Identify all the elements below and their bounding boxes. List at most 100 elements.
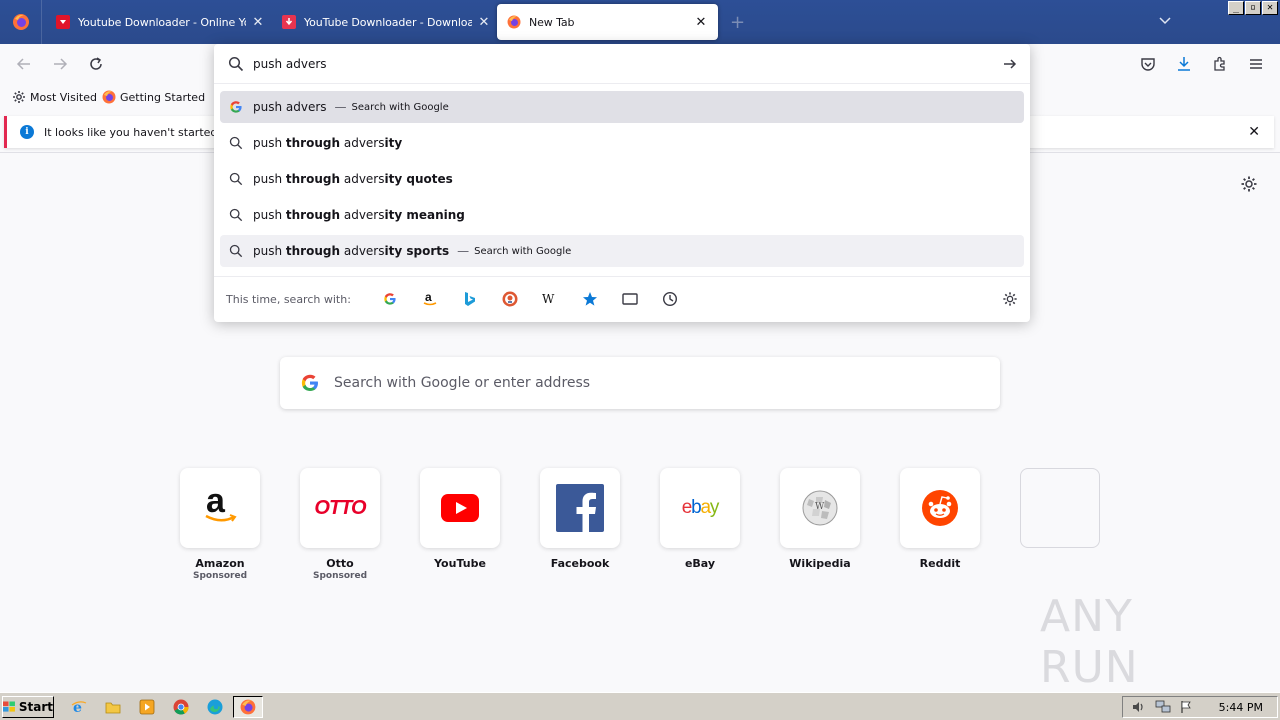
- pocket-button[interactable]: [1138, 54, 1158, 74]
- new-tab-plus-icon[interactable]: +: [730, 12, 745, 33]
- suggestion-text: push advers: [253, 100, 327, 114]
- tab-new-tab[interactable]: New Tab ✕: [497, 4, 718, 40]
- anyrun-watermark: ANY RUN: [1040, 591, 1240, 693]
- svg-text:W: W: [542, 292, 555, 306]
- taskbar-ie-button[interactable]: e: [70, 698, 88, 716]
- bookmark-label: Getting Started: [120, 90, 206, 104]
- suggestion-row[interactable]: push advers — Search with Google: [220, 91, 1024, 123]
- tab-close-icon[interactable]: ✕: [695, 15, 707, 30]
- suggestion-text-pre: push: [253, 244, 286, 258]
- tile-box[interactable]: [900, 468, 980, 548]
- otto-logo: OTTO: [314, 496, 366, 519]
- speaker-icon[interactable]: [1131, 700, 1145, 714]
- tile-empty-slot[interactable]: [1019, 468, 1101, 548]
- suggestion-text-bold: through: [285, 244, 341, 258]
- search-settings-button[interactable]: [1001, 290, 1019, 308]
- tab-close-icon[interactable]: ✕: [252, 15, 264, 30]
- tile-youtube[interactable]: YouTube: [419, 468, 501, 570]
- duckduckgo-icon: [502, 291, 518, 307]
- bookmark-most-visited[interactable]: Most Visited: [12, 90, 97, 104]
- taskbar-chrome-button[interactable]: [172, 698, 190, 716]
- amazon-icon: a: [423, 291, 437, 306]
- network-icon[interactable]: [1155, 700, 1171, 714]
- engine-wikipedia-button[interactable]: W: [541, 290, 559, 308]
- reload-button[interactable]: [86, 54, 106, 74]
- tile-box[interactable]: [420, 468, 500, 548]
- suggestion-row[interactable]: push through advers ity: [220, 127, 1024, 159]
- bookmarks-star-icon: [583, 292, 597, 306]
- start-button[interactable]: Start: [2, 696, 54, 718]
- tile-box[interactable]: ebay: [660, 468, 740, 548]
- google-icon: [384, 293, 396, 305]
- tile-label: eBay: [684, 557, 716, 570]
- tab-title: New Tab: [529, 15, 575, 29]
- tile-otto[interactable]: OTTO Otto Sponsored: [299, 468, 381, 581]
- tile-box[interactable]: [540, 468, 620, 548]
- url-input[interactable]: [253, 56, 973, 71]
- tile-ebay[interactable]: ebay eBay: [659, 468, 741, 570]
- wikipedia-icon: W: [542, 292, 555, 306]
- engine-bing-button[interactable]: [461, 290, 479, 308]
- tab-title: YouTube Downloader - Download Videos: [304, 15, 472, 29]
- suggestion-row[interactable]: push through advers ity sports — Search w…: [220, 235, 1024, 267]
- tile-wikipedia[interactable]: W Wikipedia: [779, 468, 861, 570]
- tile-reddit[interactable]: Reddit: [899, 468, 981, 570]
- arrow-right-icon: [54, 58, 68, 70]
- suggestion-row[interactable]: push through advers ity quotes: [220, 163, 1024, 195]
- tile-amazon[interactable]: a Amazon Sponsored: [179, 468, 261, 581]
- taskbar-edge-button[interactable]: [206, 698, 224, 716]
- folder-icon: [105, 702, 121, 714]
- tab-strip: Youtube Downloader - Online Youtube ✕ Yo…: [0, 0, 1280, 44]
- restore-button[interactable]: ▫: [1245, 1, 1261, 15]
- gear-icon[interactable]: [1240, 175, 1258, 193]
- tile-sponsored-label: Sponsored: [192, 571, 248, 581]
- tab-youtube-downloader-online[interactable]: Youtube Downloader - Online Youtube ✕: [46, 0, 274, 44]
- taskbar-explorer-button[interactable]: [104, 698, 122, 716]
- url-bar[interactable]: [214, 44, 1030, 84]
- close-icon[interactable]: ✕: [1248, 124, 1260, 140]
- action-center-flag-icon[interactable]: [1179, 700, 1193, 714]
- tile-box[interactable]: OTTO: [300, 468, 380, 548]
- engine-bookmarks-button[interactable]: [581, 290, 599, 308]
- bookmark-getting-started[interactable]: Getting Started: [102, 90, 205, 104]
- media-player-icon: [139, 699, 155, 715]
- firefox-menu-button[interactable]: [0, 0, 42, 44]
- tab-close-icon[interactable]: ✕: [478, 15, 490, 30]
- extensions-button[interactable]: [1210, 54, 1230, 74]
- tile-sponsored-label: Sponsored: [312, 571, 368, 581]
- tile-facebook[interactable]: Facebook: [539, 468, 621, 570]
- chevron-down-icon[interactable]: [1158, 14, 1172, 28]
- suggestion-row[interactable]: push through advers ity meaning: [220, 199, 1024, 231]
- suggestion-separator: —: [457, 244, 470, 258]
- engine-history-button[interactable]: [661, 290, 679, 308]
- minimize-button[interactable]: _: [1228, 1, 1244, 15]
- youtube-downloader-icon: [282, 15, 296, 29]
- tile-box[interactable]: a: [180, 468, 260, 548]
- reddit-logo: [922, 490, 958, 526]
- svg-text:W: W: [815, 502, 825, 512]
- newtab-search-box[interactable]: [280, 357, 1000, 409]
- suggestion-text-mid: advers: [340, 244, 385, 258]
- clock[interactable]: 5:44 PM: [1219, 701, 1263, 714]
- engine-google-button[interactable]: [381, 290, 399, 308]
- go-arrow-icon[interactable]: [1002, 56, 1018, 72]
- engine-tabs-button[interactable]: [621, 290, 639, 308]
- taskbar-media-player-button[interactable]: [138, 698, 156, 716]
- tile-box[interactable]: [1020, 468, 1100, 548]
- tile-box[interactable]: W: [780, 468, 860, 548]
- app-menu-button[interactable]: [1246, 54, 1266, 74]
- history-icon: [662, 291, 678, 307]
- forward-button[interactable]: [50, 54, 70, 74]
- engine-amazon-button[interactable]: a: [421, 290, 439, 308]
- back-button[interactable]: [14, 54, 34, 74]
- newtab-search-input[interactable]: [334, 375, 934, 391]
- taskbar-firefox-icon-wrap[interactable]: [239, 698, 257, 716]
- tile-label: Reddit: [919, 557, 961, 570]
- tab-youtube-downloader-download[interactable]: YouTube Downloader - Download Videos ✕: [272, 0, 500, 44]
- engine-duckduckgo-button[interactable]: [501, 290, 519, 308]
- google-icon: [230, 101, 242, 113]
- close-window-button[interactable]: ✕: [1262, 1, 1278, 15]
- search-icon: [229, 136, 243, 150]
- downloads-button[interactable]: [1174, 54, 1194, 74]
- windows-logo-icon: [3, 701, 15, 712]
